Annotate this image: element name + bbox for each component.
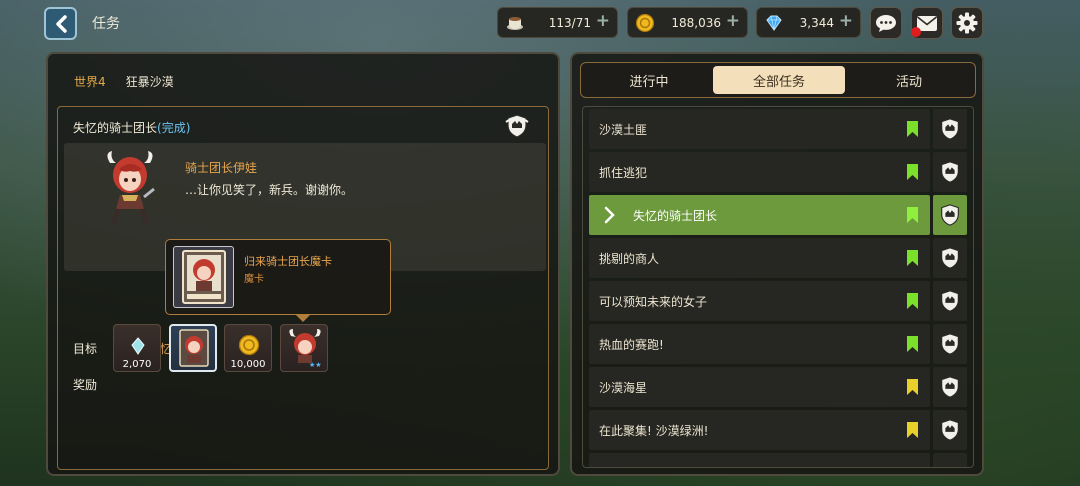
page-title: 任务 — [92, 16, 120, 32]
quest-list-panel: 进行中 全部任务 活动 沙漠土匪 抓住逃犯 失忆的骑士团长 挑剔的商人 可以预知… — [570, 52, 984, 476]
shield-emblem-icon — [941, 247, 959, 269]
shield-emblem-icon — [941, 333, 959, 355]
quest-row-emblem[interactable] — [933, 238, 967, 278]
quest-row-emblem[interactable] — [933, 152, 967, 192]
reward-label: 奖励 — [73, 378, 98, 392]
tab-events[interactable]: 活动 — [843, 66, 975, 94]
shield-emblem-icon — [941, 204, 959, 226]
quest-row[interactable]: 可以预知未来的女子 — [589, 281, 973, 321]
green-bookmark-icon — [907, 207, 918, 223]
chat-bubble-icon — [876, 15, 896, 32]
quest-title: 失忆的骑士团长(完成) — [73, 119, 190, 136]
quest-row[interactable]: 沙漠土匪 — [589, 109, 973, 149]
quest-row-name: 在此聚集! 沙漠绿洲! — [599, 423, 709, 438]
stamina-value: 113/71 — [548, 16, 591, 30]
green-bookmark-icon — [907, 121, 918, 137]
shield-emblem-icon[interactable] — [504, 113, 530, 139]
shield-emblem-icon — [941, 161, 959, 183]
quest-row-name: 热血的赛跑! — [599, 337, 664, 352]
quest-row-name: 可以预知未来的女子 — [599, 294, 708, 309]
green-bookmark-icon — [907, 164, 918, 180]
gold-value: 188,036 — [671, 16, 721, 30]
quest-row-partial[interactable] — [589, 453, 973, 467]
npc-portrait-icon — [107, 151, 155, 224]
chevron-right-icon — [604, 206, 615, 224]
reward-tooltip: 归来骑士团长魔卡 魔卡 — [165, 239, 391, 322]
reward-count: 10,000 — [230, 359, 266, 370]
quest-status: (完成) — [157, 121, 191, 135]
quest-row-emblem[interactable] — [933, 109, 967, 149]
settings-button[interactable] — [951, 7, 983, 39]
add-gold-icon[interactable]: + — [726, 11, 740, 31]
reward-count: 2,070 — [122, 359, 152, 370]
shield-emblem-icon — [941, 290, 959, 312]
quest-row[interactable]: 沙漠海星 — [589, 367, 973, 407]
quest-row-emblem[interactable] — [933, 195, 967, 235]
tab-all-quests[interactable]: 全部任务 — [713, 66, 845, 94]
yellow-bookmark-icon — [907, 379, 918, 395]
chevron-left-icon — [55, 14, 67, 33]
gold-coin-icon — [238, 334, 260, 356]
tooltip-arrow — [296, 315, 310, 322]
quest-row-emblem[interactable] — [933, 367, 967, 407]
shield-emblem-icon — [941, 376, 959, 398]
goal-label: 目标 — [73, 342, 98, 356]
add-stamina-icon[interactable]: + — [596, 11, 610, 31]
yellow-bookmark-icon — [907, 422, 918, 438]
shield-emblem-icon — [941, 118, 959, 140]
npc-dialog-text: …让你见笑了，新兵。谢谢你。 — [185, 183, 354, 197]
diamond-icon — [766, 15, 782, 31]
quest-row-name: 挑剔的商人 — [599, 251, 660, 266]
tab-in-progress[interactable]: 进行中 — [583, 66, 715, 94]
quest-detail-box: 失忆的骑士团长(完成) 骑士团长伊娃 …让你见笑了，新兵。谢谢你。 目标 奖励 … — [57, 106, 549, 470]
reward-slot-card[interactable] — [169, 324, 217, 372]
svg-text:★★: ★★ — [309, 361, 322, 368]
quest-list[interactable]: 沙漠土匪 抓住逃犯 失忆的骑士团长 挑剔的商人 可以预知未来的女子 热血的赛跑!… — [582, 106, 974, 468]
stamina-counter[interactable]: 113/71 + — [497, 7, 618, 38]
quest-row[interactable]: 在此聚集! 沙漠绿洲! — [589, 410, 973, 450]
quest-row-name: 抓住逃犯 — [599, 165, 648, 180]
quest-row[interactable]: 热血的赛跑! — [589, 324, 973, 364]
quest-row-selected[interactable]: 失忆的骑士团长 — [589, 195, 973, 235]
quest-tabs: 进行中 全部任务 活动 — [580, 62, 976, 98]
region-label: 狂暴沙漠 — [125, 75, 174, 89]
card-art-icon — [182, 250, 226, 304]
quest-row[interactable]: 抓住逃犯 — [589, 152, 973, 192]
quest-row[interactable]: 挑剔的商人 — [589, 238, 973, 278]
back-button[interactable] — [44, 7, 77, 40]
tooltip-card-image — [173, 246, 234, 308]
quest-detail-panel: 世界4 狂暴沙漠 失忆的骑士团长(完成) 骑士团长伊娃 …让你见笑了，新兵。谢谢… — [46, 52, 560, 476]
card-icon — [179, 329, 209, 367]
shield-emblem-icon — [941, 419, 959, 441]
reward-slot-gold[interactable]: 10,000 — [224, 324, 272, 372]
character-icon: ★★ — [289, 329, 322, 368]
gem-counter[interactable]: 3,344 + — [756, 7, 861, 38]
breadcrumb: 世界4 狂暴沙漠 — [74, 73, 174, 90]
npc-name: 骑士团长伊娃 — [185, 161, 258, 175]
gear-icon — [956, 12, 978, 34]
gold-coin-icon — [635, 13, 655, 33]
world-label[interactable]: 世界4 — [74, 75, 106, 89]
green-bookmark-icon — [907, 293, 918, 309]
gem-value: 3,344 — [799, 16, 834, 30]
mail-notification-dot — [911, 27, 921, 37]
green-bookmark-icon — [907, 250, 918, 266]
reward-slot-character[interactable]: ★★ — [280, 324, 328, 372]
quest-row-emblem[interactable] — [933, 324, 967, 364]
green-bookmark-icon — [907, 336, 918, 352]
coffee-cup-icon — [507, 17, 523, 30]
quest-row-name: 失忆的骑士团长 — [633, 208, 718, 223]
tooltip-title: 归来骑士团长魔卡 — [244, 255, 332, 268]
crystal-icon — [131, 337, 145, 355]
gold-counter[interactable]: 188,036 + — [627, 7, 748, 38]
quest-row-name: 沙漠海星 — [599, 380, 648, 395]
quest-title-text: 失忆的骑士团长 — [73, 121, 158, 135]
quest-row-emblem[interactable] — [933, 410, 967, 450]
quest-row-name: 沙漠土匪 — [599, 122, 648, 137]
chat-button[interactable] — [870, 7, 902, 39]
tooltip-subtitle: 魔卡 — [244, 274, 264, 285]
add-gem-icon[interactable]: + — [839, 11, 853, 31]
reward-slot-crystal[interactable]: 2,070 — [113, 324, 161, 372]
quest-row-emblem[interactable] — [933, 281, 967, 321]
